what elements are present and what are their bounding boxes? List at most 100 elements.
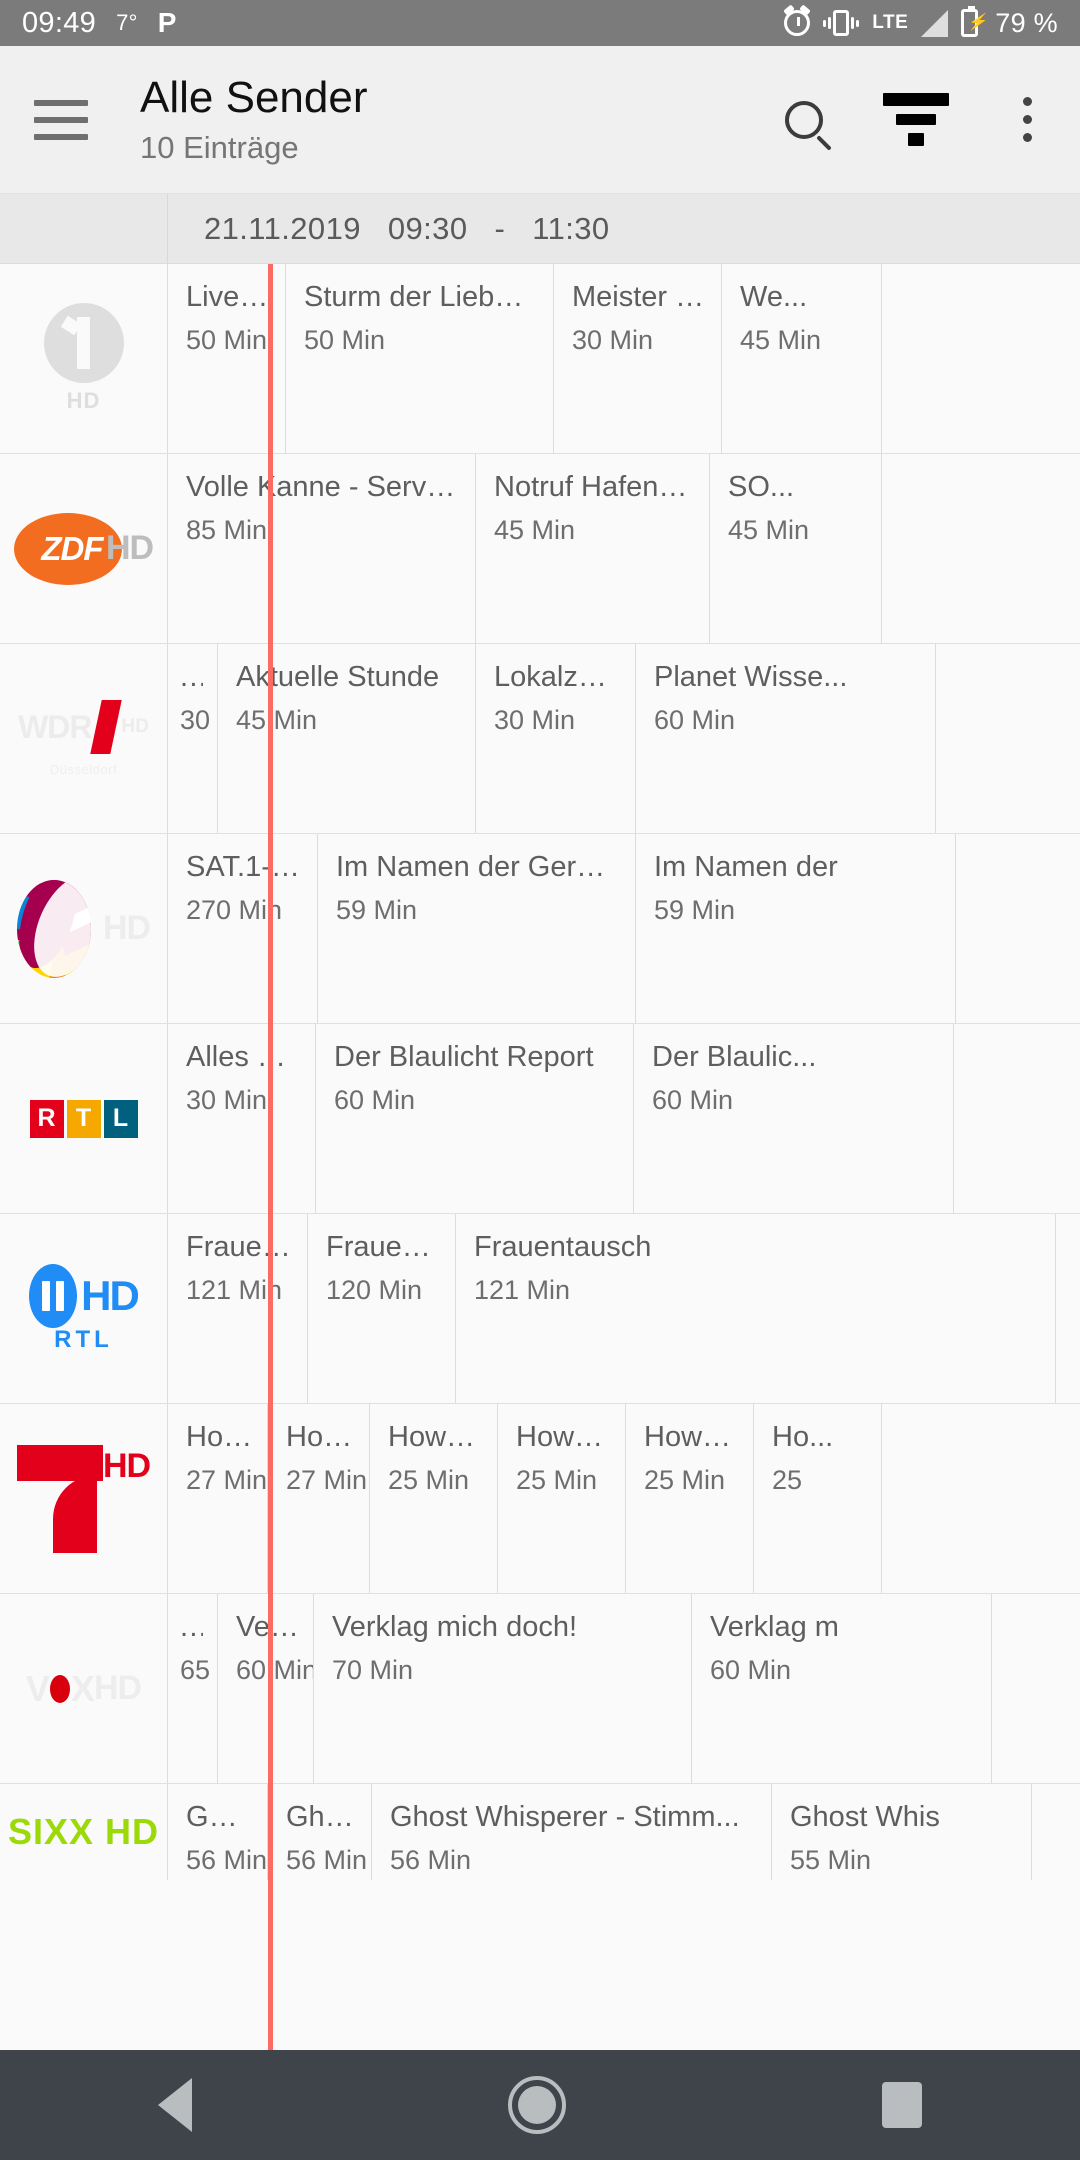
program-cell[interactable]: ... 30 — [168, 644, 218, 833]
program-cell[interactable]: ... 65 — [168, 1594, 218, 1783]
home-circle-icon[interactable] — [508, 2076, 566, 2134]
program-cell[interactable]: Sturm der Liebe (3274) 50 Min — [286, 264, 554, 453]
program-title: Frauentausch — [474, 1232, 652, 1263]
table-row[interactable]: WDR HD Düsseldorf ... 30 Aktuelle Stunde… — [0, 644, 1080, 834]
program-duration: 59 Min — [654, 894, 736, 925]
channel-logo-cell[interactable]: HD — [0, 264, 168, 453]
program-cell[interactable]: Der Blaulicht Report 60 Min — [316, 1024, 634, 1213]
program-title: Alles was ... — [186, 1042, 301, 1073]
program-duration: 59 Min — [336, 894, 418, 925]
table-row[interactable]: HD How ... 27 Min How I... 27 Min How I … — [0, 1404, 1080, 1594]
program-cells: Volle Kanne - Service täglich 85 Min Not… — [168, 454, 1080, 643]
channel-logo-cell[interactable]: ZDF HD — [0, 454, 168, 643]
program-duration: 60 Min — [652, 1084, 734, 1115]
program-cell[interactable]: Der Blaulic... 60 Min — [634, 1024, 954, 1213]
program-cell[interactable]: SAT.1-Früh... 270 Min — [168, 834, 318, 1023]
back-triangle-icon[interactable] — [158, 2078, 192, 2132]
program-title: How I M... — [644, 1422, 739, 1453]
program-cell[interactable]: Verklag mich doch! 70 Min — [314, 1594, 692, 1783]
program-cell[interactable]: How I... 27 Min — [268, 1404, 370, 1593]
vibrate-icon — [823, 10, 860, 36]
status-bar-left: 09:49 7° P — [22, 7, 177, 40]
hamburger-menu-icon[interactable] — [34, 99, 88, 140]
program-duration: 120 Min — [326, 1274, 423, 1305]
program-cell[interactable]: Aktuelle Stunde 45 Min — [218, 644, 476, 833]
program-cell[interactable]: Verklag m 60 Min — [692, 1594, 992, 1783]
program-cell[interactable]: Ho... 25 — [754, 1404, 882, 1593]
program-duration: 60 Min — [710, 1654, 792, 1685]
app-bar-actions — [785, 93, 1046, 146]
channel-logo-cell[interactable]: HD — [0, 1404, 168, 1593]
program-duration: 30 Min — [494, 704, 576, 735]
program-duration: 25 Min — [516, 1464, 598, 1495]
program-cell[interactable]: How I M... 25 Min — [498, 1404, 626, 1593]
program-cell[interactable]: Frauentausch 121 Min — [456, 1214, 1056, 1403]
program-title: How ... — [186, 1422, 253, 1453]
battery-percent: 79 % — [995, 7, 1058, 38]
signal-icon — [921, 9, 949, 37]
program-cell[interactable]: Ghos... 56 Min — [168, 1784, 268, 1880]
table-row[interactable]: SIXX HD Ghos... 56 Min Ghost... 56 Min G… — [0, 1784, 1080, 1880]
channel-logo-cell[interactable]: HD RTL — [0, 1214, 168, 1403]
program-duration: 56 Min — [390, 1844, 472, 1875]
channel-logo-cell[interactable]: V X HD — [0, 1594, 168, 1783]
program-cell[interactable]: Verkl... 60 Min — [218, 1594, 314, 1783]
table-row[interactable]: HD SAT.1-Früh... 270 Min Im Namen der Ge… — [0, 834, 1080, 1024]
status-temperature: 7° — [116, 10, 138, 35]
program-cell[interactable]: Volle Kanne - Service täglich 85 Min — [168, 454, 476, 643]
program-title: We... — [740, 282, 808, 313]
program-cell[interactable]: How I M... 25 Min — [626, 1404, 754, 1593]
program-cell[interactable]: Im Namen der 59 Min — [636, 834, 956, 1023]
date-bar-spacer — [0, 194, 168, 263]
table-row[interactable]: R T L Alles was ... 30 Min Der Blaulicht… — [0, 1024, 1080, 1214]
channel-logo-cell[interactable]: WDR HD Düsseldorf — [0, 644, 168, 833]
ard-hd-label: HD — [66, 388, 101, 413]
app-bar: Alle Sender 10 Einträge — [0, 46, 1080, 194]
program-cell[interactable]: SO... 45 Min — [710, 454, 882, 643]
program-duration: 60 Min — [654, 704, 736, 735]
program-duration: 30 — [180, 704, 211, 735]
program-cell[interactable]: How ... 27 Min — [168, 1404, 268, 1593]
table-row[interactable]: HD Live nac... 50 Min Sturm der Liebe (3… — [0, 264, 1080, 454]
channel-logo-cell[interactable]: SIXX HD — [0, 1784, 168, 1880]
program-cell[interactable]: Im Namen der Gerechtigke... 59 Min — [318, 834, 636, 1023]
program-title: SO... — [728, 472, 795, 503]
program-cell[interactable]: Notruf Hafenkante 45 Min — [476, 454, 710, 643]
program-cell[interactable]: Ghost Whisperer - Stimm... 56 Min — [372, 1784, 772, 1880]
table-row[interactable]: ZDF HD Volle Kanne - Service täglich 85 … — [0, 454, 1080, 644]
program-cell[interactable]: Ghost Whis 55 Min — [772, 1784, 1032, 1880]
search-icon[interactable] — [785, 100, 823, 139]
program-cell[interactable]: Meister de... 30 Min — [554, 264, 722, 453]
channel-logo-cell[interactable]: HD — [0, 834, 168, 1023]
wdr-slash-icon — [90, 700, 123, 754]
program-cell[interactable]: Ghost... 56 Min — [268, 1784, 372, 1880]
program-duration: 65 — [180, 1654, 211, 1685]
rtl2-sub-label: RTL — [54, 1325, 113, 1353]
program-cell[interactable]: Alles was ... 30 Min — [168, 1024, 316, 1213]
rtl-logo: R T L — [29, 1099, 138, 1138]
program-title: Verklag mich doch! — [332, 1612, 578, 1643]
rtl2-logo: HD RTL — [29, 1263, 140, 1354]
table-row[interactable]: V X HD ... 65 Verkl... 60 Min Verklag mi… — [0, 1594, 1080, 1784]
program-duration: 27 Min — [286, 1464, 368, 1495]
program-cell[interactable]: Lokalzeit a... 30 Min — [476, 644, 636, 833]
date-range-bar[interactable]: 21.11.2019 09:30 - 11:30 — [0, 194, 1080, 264]
epg-grid[interactable]: HD Live nac... 50 Min Sturm der Liebe (3… — [0, 264, 1080, 2050]
program-cells: Frauentau... 121 Min Frauentau... 120 Mi… — [168, 1214, 1080, 1403]
channel-logo-cell[interactable]: R T L — [0, 1024, 168, 1213]
program-cell[interactable]: How I M... 25 Min — [370, 1404, 498, 1593]
program-cell[interactable]: Planet Wisse... 60 Min — [636, 644, 936, 833]
vox-text-x: X — [70, 1667, 95, 1709]
filter-icon[interactable] — [883, 93, 949, 146]
program-cell[interactable]: We... 45 Min — [722, 264, 882, 453]
program-duration: 70 Min — [332, 1654, 414, 1685]
prosieben-logo: HD — [16, 1444, 151, 1553]
table-row[interactable]: HD RTL Frauentau... 121 Min Frauentau...… — [0, 1214, 1080, 1404]
program-cell[interactable]: Frauentau... 120 Min — [308, 1214, 456, 1403]
recents-square-icon[interactable] — [882, 2082, 922, 2128]
program-cell[interactable]: Frauentau... 121 Min — [168, 1214, 308, 1403]
program-duration: 45 Min — [740, 324, 822, 355]
overflow-menu-icon[interactable] — [1009, 93, 1046, 146]
program-title: Planet Wisse... — [654, 662, 848, 693]
status-bar-right: LTE ⚡ 79 % — [784, 6, 1058, 39]
